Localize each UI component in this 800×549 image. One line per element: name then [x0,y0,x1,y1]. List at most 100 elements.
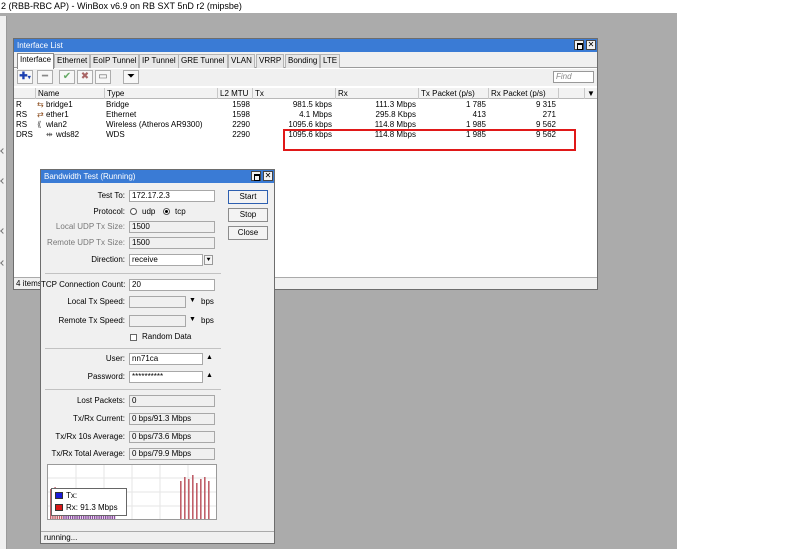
row-flags: R [16,100,22,109]
tab-bonding[interactable]: Bonding [285,54,321,68]
protocol-udp-label: udp [142,207,156,216]
tab-interface[interactable]: Interface [17,53,55,69]
column-name[interactable]: Name [35,88,104,99]
tab-ip-tunnel[interactable]: IP Tunnel [139,54,179,68]
table-row[interactable]: RS ⇄ ether1 Ethernet 1598 4.1 Mbps 295.8… [14,110,597,120]
left-menu-strip[interactable] [0,16,7,549]
bridge-icon: ⇆ [37,100,44,109]
rx-bar [208,481,210,519]
tcp-connection-count-input[interactable]: 20 [129,279,215,291]
txrx-current-value: 0 bps/91.3 Mbps [129,413,215,425]
row-type: Bridge [106,100,130,109]
tab-lte[interactable]: LTE [320,54,341,68]
find-input[interactable]: Find [553,71,594,83]
random-data-label: Random Data [142,332,192,341]
tab-ethernet[interactable]: Ethernet [54,54,91,68]
column-flags[interactable] [14,88,35,99]
close-button[interactable]: Close [228,226,268,240]
tab-eoip-tunnel[interactable]: EoIP Tunnel [90,54,140,68]
ethernet-icon: ⇄ [37,110,44,119]
collapse-arrow-icon[interactable]: ▲ [205,371,214,381]
restore-button[interactable] [574,40,584,50]
row-l2mtu: 2290 [232,120,250,129]
protocol-tcp-radio[interactable] [163,208,170,215]
protocol-udp-radio[interactable] [130,208,137,215]
row-l2mtu: 1598 [232,100,250,109]
chevron-icon [0,178,6,184]
local-tx-speed-input[interactable] [129,296,186,308]
column-spacer [558,88,584,99]
local-tx-speed-label: Local Tx Speed: [67,297,125,306]
rx-bar [204,477,206,519]
comment-button[interactable]: ▭ [95,70,111,84]
local-udp-tx-size-input[interactable]: 1500 [129,221,215,233]
row-flags: RS [16,110,28,119]
remote-udp-tx-size-input[interactable]: 1500 [129,237,215,249]
row-flags: RS [16,120,28,129]
dropdown-arrow-icon[interactable]: ▼ [188,315,197,325]
interface-tabs: Interface Ethernet EoIP Tunnel IP Tunnel… [14,52,597,69]
row-tx-packet: 413 [472,110,486,119]
columns-menu-button[interactable]: ▼ [584,88,597,99]
interface-list-titlebar[interactable]: Interface List [14,39,597,52]
wireless-icon: ⟪ [37,120,42,129]
row-tx: 981.5 kbps [292,100,332,109]
dropdown-arrow-icon[interactable]: ▼ [188,296,197,306]
txrx-current-label: Tx/Rx Current: [72,414,125,423]
row-name: bridge1 [46,100,73,109]
highlight-annotation [283,129,576,151]
row-name: wds82 [56,130,80,139]
filter-button[interactable]: ⏷ [123,70,139,84]
tab-vrrp[interactable]: VRRP [256,54,285,68]
rx-bar [184,477,186,519]
divider [45,389,221,390]
enable-button[interactable]: ✔ [59,70,75,84]
graph-legend: Tx: Rx: 91.3 Mbps [51,488,127,516]
user-input[interactable]: nn71ca [129,353,203,365]
chevron-icon [0,148,6,154]
bandwidth-graph: Tx: Rx: 91.3 Mbps [47,464,217,520]
column-l2mtu[interactable]: L2 MTU [217,88,252,99]
start-button[interactable]: Start [228,190,268,204]
table-row[interactable]: R ⇆ bridge1 Bridge 1598 981.5 kbps 111.3… [14,100,597,110]
remote-udp-tx-size-label: Remote UDP Tx Size: [47,238,125,247]
main-window-title: 2 (RBB-RBC AP) - WinBox v6.9 on RB SXT 5… [0,0,677,13]
password-label: Password: [87,372,125,381]
remote-tx-speed-input[interactable] [129,315,186,327]
wds-icon: ⇹ [46,130,53,139]
row-rx-packet: 9 315 [535,100,556,109]
txrx-10s-average-value: 0 bps/73.6 Mbps [129,431,215,443]
row-rx: 295.8 Kbps [375,110,416,119]
random-data-checkbox[interactable] [130,334,137,341]
row-name: ether1 [46,110,69,119]
stop-button[interactable]: Stop [228,208,268,222]
remove-button[interactable]: ━ [37,70,53,84]
local-udp-tx-size-label: Local UDP Tx Size: [55,222,125,231]
column-rx-packet[interactable]: Rx Packet (p/s) [488,88,558,99]
dropdown-arrow-icon: ▼ [587,89,595,98]
disable-button[interactable]: ✖ [77,70,93,84]
collapse-arrow-icon[interactable]: ▲ [205,353,214,363]
password-input[interactable]: ********** [129,371,203,383]
protocol-tcp-label: tcp [175,207,186,216]
direction-select[interactable]: receive [129,254,203,266]
column-type[interactable]: Type [104,88,217,99]
close-button[interactable]: ✕ [586,40,596,50]
dropdown-arrow-icon[interactable]: ⯆ [204,255,213,265]
column-tx[interactable]: Tx [252,88,335,99]
test-to-input[interactable]: 172.17.2.3 [129,190,215,202]
close-window-button[interactable]: ✕ [263,171,273,181]
rx-bar [188,479,190,519]
bandwidth-test-title: Bandwidth Test (Running) [44,172,136,181]
row-type: Wireless (Atheros AR9300) [106,120,203,129]
restore-button[interactable] [251,171,261,181]
tab-gre-tunnel[interactable]: GRE Tunnel [178,54,228,68]
column-rx[interactable]: Rx [335,88,418,99]
table-header: Name Type L2 MTU Tx Rx Tx Packet (p/s) R… [14,88,597,99]
tab-vlan[interactable]: VLAN [228,54,255,68]
divider [45,273,221,274]
tx-legend-swatch [55,492,63,499]
column-tx-packet[interactable]: Tx Packet (p/s) [418,88,488,99]
bandwidth-test-titlebar[interactable]: Bandwidth Test (Running) [41,170,274,183]
add-button[interactable]: ✚▾ [17,70,33,84]
